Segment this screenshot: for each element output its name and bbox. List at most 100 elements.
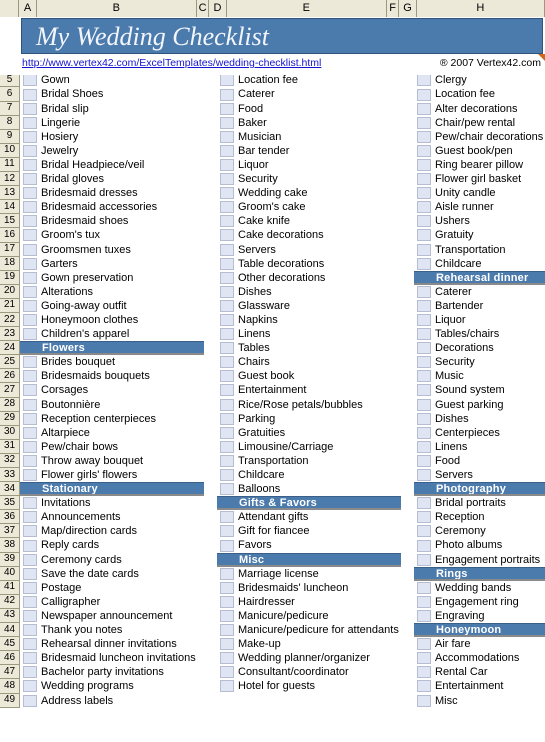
row-header-48[interactable]: 48 (0, 679, 20, 694)
checkbox-cell-h[interactable] (414, 186, 432, 200)
checkbox-cell-b[interactable] (20, 243, 38, 257)
checkbox-cell-e[interactable] (217, 679, 235, 693)
checkbox-cell-e[interactable] (217, 426, 235, 440)
spacer-cell-f[interactable] (401, 679, 414, 693)
checkbox-cell-h[interactable] (414, 73, 432, 87)
checkbox-cell-b[interactable] (20, 299, 38, 313)
checkbox-h[interactable] (417, 88, 431, 101)
spacer-cell-c[interactable] (204, 369, 217, 383)
checkbox-cell-b[interactable] (20, 553, 38, 567)
column-header-B[interactable]: B (36, 0, 197, 17)
checkbox-e[interactable] (220, 356, 234, 369)
item-cell-e[interactable] (235, 694, 401, 708)
checkbox-b[interactable] (23, 440, 37, 453)
row-header-34[interactable]: 34 (0, 482, 20, 497)
checkbox-cell-h[interactable] (414, 651, 432, 665)
checkbox-cell-e[interactable] (217, 595, 235, 609)
spacer-cell-c[interactable] (204, 581, 217, 595)
checkbox-cell-h[interactable] (414, 130, 432, 144)
checkbox-cell-e[interactable] (217, 567, 235, 581)
item-cell-h[interactable]: Entertainment (432, 679, 545, 693)
spacer-cell-c[interactable] (204, 454, 217, 468)
spacer-cell-f[interactable] (401, 130, 414, 144)
checkbox-cell-b[interactable] (20, 468, 38, 482)
item-cell-e[interactable]: Consultant/coordinator (235, 665, 401, 679)
checkbox-b[interactable] (23, 624, 37, 637)
row-header-32[interactable]: 32 (0, 453, 20, 468)
checkbox-cell-h[interactable] (414, 440, 432, 454)
checkbox-b[interactable] (23, 609, 37, 622)
row-header-33[interactable]: 33 (0, 468, 20, 483)
checkbox-e[interactable] (220, 144, 234, 157)
checkbox-e[interactable] (220, 271, 234, 284)
checkbox-cell-b[interactable] (20, 665, 38, 679)
checkbox-cell-h[interactable] (414, 510, 432, 524)
item-cell-b[interactable]: Bridal Shoes (38, 87, 204, 101)
row-header-31[interactable]: 31 (0, 439, 20, 454)
spacer-cell-c[interactable] (204, 313, 217, 327)
checkbox-cell-h[interactable] (414, 679, 432, 693)
spacer-cell-f[interactable] (401, 496, 414, 510)
item-cell-b[interactable]: Gown (38, 73, 204, 87)
item-cell-e[interactable]: Limousine/Carriage (235, 440, 401, 454)
item-cell-b[interactable]: Announcements (38, 510, 204, 524)
row-header-36[interactable]: 36 (0, 510, 20, 525)
checkbox-cell-h[interactable] (414, 468, 432, 482)
checkbox-b[interactable] (23, 102, 37, 115)
row-header-41[interactable]: 41 (0, 580, 20, 595)
item-cell-b[interactable]: Newspaper announcement (38, 609, 204, 623)
item-cell-h[interactable]: Transportation (432, 243, 545, 257)
item-cell-b[interactable]: Bridal Headpiece/veil (38, 158, 204, 172)
item-cell-e[interactable]: Guest book (235, 369, 401, 383)
spacer-cell-c[interactable] (204, 341, 217, 355)
checkbox-e[interactable] (220, 426, 234, 439)
checkbox-b[interactable] (23, 314, 37, 327)
row-header-40[interactable]: 40 (0, 566, 20, 581)
item-cell-h[interactable]: Alter decorations (432, 102, 545, 116)
checkbox-b[interactable] (23, 511, 37, 524)
checkbox-b[interactable] (23, 595, 37, 608)
spacer-cell-f[interactable] (401, 412, 414, 426)
checkbox-b[interactable] (23, 74, 37, 87)
item-cell-h[interactable]: Misc (432, 694, 545, 708)
item-cell-e[interactable]: Wedding cake (235, 186, 401, 200)
checkbox-b[interactable] (23, 694, 37, 707)
item-cell-h[interactable]: Flower girl basket (432, 172, 545, 186)
checkbox-cell-b[interactable] (20, 158, 38, 172)
checkbox-b[interactable] (23, 398, 37, 411)
checkbox-cell-e[interactable] (217, 524, 235, 538)
item-cell-e[interactable]: Cake decorations (235, 228, 401, 242)
spacer-cell-c[interactable] (204, 158, 217, 172)
checkbox-cell-e[interactable] (217, 285, 235, 299)
item-cell-h[interactable]: Photo albums (432, 538, 545, 552)
item-cell-h[interactable]: Reception (432, 510, 545, 524)
item-cell-b[interactable]: Postage (38, 581, 204, 595)
checkbox-cell-e[interactable] (217, 623, 235, 637)
checkbox-h[interactable] (417, 652, 431, 665)
checkbox-h[interactable] (417, 215, 431, 228)
row-header-25[interactable]: 25 (0, 355, 20, 370)
item-cell-b[interactable]: Gown preservation (38, 271, 204, 285)
spacer-cell-c[interactable] (204, 228, 217, 242)
checkbox-cell-h[interactable] (414, 200, 432, 214)
spacer-cell-c[interactable] (204, 567, 217, 581)
checkbox-cell-h[interactable] (414, 412, 432, 426)
item-cell-e[interactable]: Napkins (235, 313, 401, 327)
item-cell-b[interactable]: Lingerie (38, 116, 204, 130)
column-header-F[interactable]: F (386, 0, 400, 17)
checkbox-e[interactable] (220, 314, 234, 327)
item-cell-h[interactable]: Engagement portraits (432, 553, 545, 567)
checkbox-h[interactable] (417, 539, 431, 552)
checkbox-b[interactable] (23, 370, 37, 383)
row-header-17[interactable]: 17 (0, 242, 20, 257)
item-cell-e[interactable]: Food (235, 102, 401, 116)
item-cell-h[interactable]: Gratuity (432, 228, 545, 242)
row-header-12[interactable]: 12 (0, 172, 20, 187)
spacer-cell-c[interactable] (204, 383, 217, 397)
item-cell-b[interactable]: Wedding programs (38, 679, 204, 693)
checkbox-e[interactable] (220, 469, 234, 482)
checkbox-cell-e[interactable] (217, 186, 235, 200)
item-cell-b[interactable]: Reception centerpieces (38, 412, 204, 426)
spacer-cell-c[interactable] (204, 214, 217, 228)
item-cell-e[interactable]: Rice/Rose petals/bubbles (235, 398, 401, 412)
